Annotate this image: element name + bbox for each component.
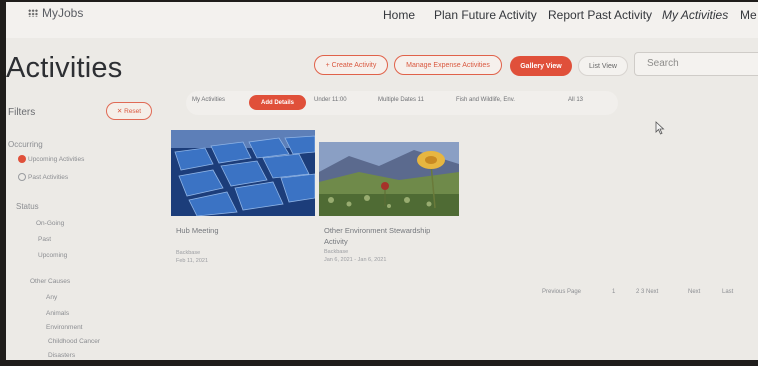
- filter-status-upcoming[interactable]: Upcoming: [38, 252, 67, 259]
- pagination-next[interactable]: Next: [688, 289, 700, 295]
- filter-cause-any[interactable]: Any: [46, 294, 57, 301]
- activity-card-image-solar[interactable]: [171, 130, 315, 216]
- chip-under-time[interactable]: Under 11:00: [314, 97, 347, 103]
- filter-status-past[interactable]: Past: [38, 236, 51, 243]
- nav-my-activities[interactable]: My Activities: [662, 8, 728, 22]
- filter-status-ongoing[interactable]: On-Going: [36, 220, 64, 227]
- status-heading: Status: [16, 202, 39, 211]
- card-dates: Feb 11, 2021: [176, 258, 209, 264]
- page-title: Activities: [6, 52, 123, 84]
- top-navigation-bar: MyJobs Home Plan Future Activity Report …: [6, 2, 758, 38]
- chip-multiple-dates[interactable]: Multiple Dates 11: [378, 97, 424, 103]
- app-grid-icon: [28, 9, 38, 17]
- list-view-button[interactable]: List View: [578, 56, 628, 76]
- chip-my-activities[interactable]: My Activities: [192, 97, 225, 103]
- nav-report-past-activity[interactable]: Report Past Activity: [548, 8, 652, 22]
- chip-fish-wildlife[interactable]: Fish and Wildlife, Env.: [456, 97, 515, 103]
- manage-expense-activities-button[interactable]: Manage Expense Activities: [394, 55, 502, 75]
- reset-filters-button[interactable]: ✕ Reset: [106, 102, 152, 120]
- filter-cause-childhood-cancer[interactable]: Childhood Cancer: [48, 338, 100, 345]
- search-input[interactable]: Search: [634, 52, 758, 76]
- pagination-pages[interactable]: 2 3 Next: [636, 289, 658, 295]
- card-subtitle: Backbase: [176, 250, 201, 256]
- solar-panels-picture: [171, 130, 315, 216]
- create-activity-button[interactable]: + Create Activity: [314, 55, 388, 75]
- app-logo[interactable]: MyJobs: [28, 6, 83, 20]
- browser-viewport: MyJobs Home Plan Future Activity Report …: [6, 2, 758, 360]
- pagination-page-1[interactable]: 1: [612, 289, 615, 295]
- chip-add-details[interactable]: Add Details: [249, 95, 306, 110]
- pagination-last[interactable]: Last: [722, 289, 733, 295]
- occurring-heading: Occurring: [8, 140, 43, 149]
- card-title-environment-line1[interactable]: Other Environment Stewardship: [324, 226, 430, 235]
- mountain-flowers-picture: [319, 142, 459, 216]
- nav-me[interactable]: Me: [740, 8, 757, 22]
- filter-past-activities[interactable]: Past Activities: [28, 174, 68, 181]
- gallery-view-button[interactable]: Gallery View: [510, 56, 572, 76]
- filter-cause-disasters[interactable]: Disasters: [48, 352, 75, 359]
- filter-cause-animals[interactable]: Animals: [46, 310, 69, 317]
- card-subtitle: Backbase: [324, 249, 349, 255]
- nav-plan-future-activity[interactable]: Plan Future Activity: [434, 8, 537, 22]
- nav-home[interactable]: Home: [383, 8, 415, 22]
- radio-selected-icon[interactable]: [18, 155, 26, 163]
- filter-upcoming-activities[interactable]: Upcoming Activities: [28, 156, 84, 163]
- mouse-cursor-icon: [655, 121, 665, 135]
- filter-cause-environment[interactable]: Environment: [46, 324, 83, 331]
- app-name-label: MyJobs: [42, 6, 84, 20]
- card-title-environment-line2[interactable]: Activity: [324, 237, 348, 246]
- card-dates: Jan 6, 2021 - Jan 6, 2021: [324, 257, 387, 263]
- card-title-hub-meeting[interactable]: Hub Meeting: [176, 226, 219, 235]
- pagination-previous[interactable]: Previous Page: [542, 289, 581, 295]
- filters-heading: Filters: [8, 107, 36, 118]
- search-placeholder: Search: [647, 58, 679, 69]
- chip-all[interactable]: All 13: [568, 97, 583, 103]
- other-causes-heading: Other Causes: [30, 278, 71, 285]
- radio-unselected-icon[interactable]: [18, 173, 26, 181]
- activity-card-image-nature[interactable]: [319, 142, 459, 216]
